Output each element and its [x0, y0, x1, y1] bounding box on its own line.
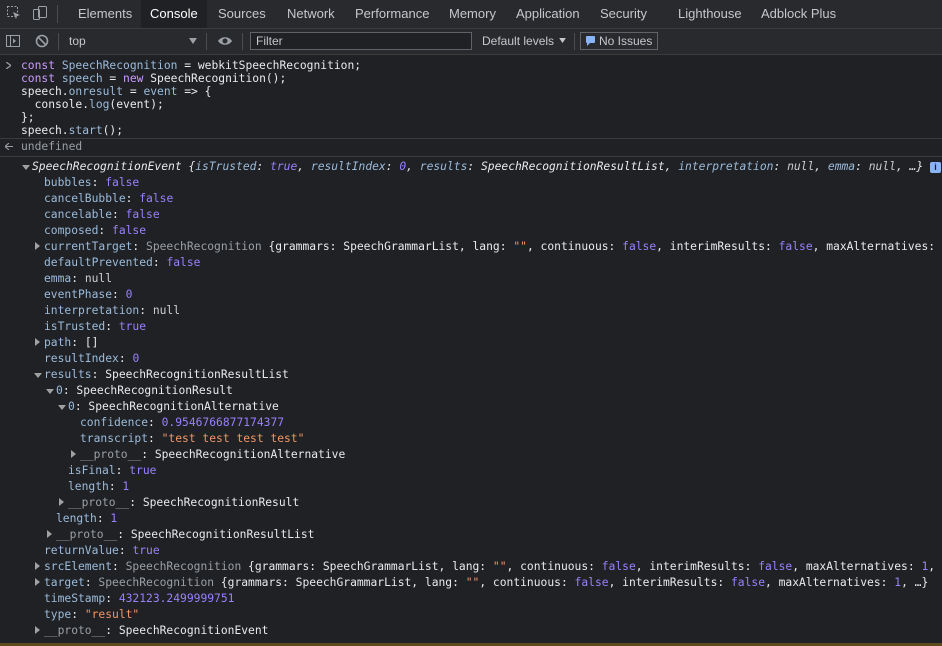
tab-security[interactable]: Security: [600, 0, 647, 28]
tab-network[interactable]: Network: [287, 0, 335, 28]
eye-icon[interactable]: [217, 33, 233, 49]
divider: [206, 33, 207, 50]
property-row: returnValue: true: [44, 544, 160, 557]
property-row: length: 1: [56, 512, 118, 525]
tab-performance[interactable]: Performance: [355, 0, 429, 28]
property-row: interpretation: null: [44, 304, 181, 317]
result-undefined: undefined: [21, 140, 83, 153]
property-row-proto[interactable]: __proto__: SpeechRecognitionResultList: [0, 527, 942, 543]
property-row-alternative-0[interactable]: 0: SpeechRecognitionAlternative: [0, 399, 942, 415]
tab-memory[interactable]: Memory: [449, 0, 496, 28]
console-output: const SpeechRecognition = webkitSpeechRe…: [0, 55, 942, 646]
divider: [0, 156, 942, 157]
property-row: eventPhase: 0: [44, 288, 133, 301]
tab-sources[interactable]: Sources: [218, 0, 266, 28]
property-row-result-0[interactable]: 0: SpeechRecognitionResult: [0, 383, 942, 399]
property-row: emma: null: [44, 272, 113, 285]
property-row: resultIndex: 0: [44, 352, 140, 365]
divider: [58, 33, 59, 50]
property-row-proto[interactable]: __proto__: SpeechRecognitionAlternative: [0, 447, 942, 463]
clear-console-icon[interactable]: [34, 33, 50, 49]
property-row-current-target[interactable]: currentTarget: SpeechRecognition {gramma…: [0, 239, 942, 255]
chevron-down-icon[interactable]: [559, 38, 566, 43]
device-toolbar-icon[interactable]: [32, 5, 48, 21]
event-summary[interactable]: SpeechRecognitionEvent {isTrusted: true,…: [0, 159, 942, 175]
property-row: isFinal: true: [68, 464, 157, 477]
context-selector[interactable]: top: [69, 34, 86, 48]
inspect-element-icon[interactable]: [6, 5, 22, 21]
property-row: timeStamp: 432123.2499999751: [44, 592, 235, 605]
property-row-results[interactable]: results: SpeechRecognitionResultList: [0, 367, 942, 383]
property-row-proto[interactable]: __proto__: SpeechRecognitionEvent: [0, 623, 942, 639]
property-row-proto[interactable]: __proto__: SpeechRecognitionResult: [0, 495, 942, 511]
devtools-tab-bar: Elements Console Sources Network Perform…: [0, 0, 942, 29]
tab-elements[interactable]: Elements: [78, 0, 132, 28]
divider: [242, 33, 243, 50]
code-line: speech.start();: [21, 124, 124, 137]
tab-application[interactable]: Application: [516, 0, 580, 28]
tab-lighthouse[interactable]: Lighthouse: [678, 0, 742, 28]
divider: [574, 33, 575, 50]
property-row-path[interactable]: path: []: [0, 335, 942, 351]
issue-flag-icon: [586, 36, 595, 46]
console-toolbar: top Default levels No Issues: [0, 29, 942, 55]
property-row: length: 1: [68, 480, 130, 493]
property-row: cancelable: false: [44, 208, 160, 221]
info-icon[interactable]: i: [929, 161, 941, 173]
property-row: isTrusted: true: [44, 320, 147, 333]
property-row: cancelBubble: false: [44, 192, 174, 205]
chevron-down-icon[interactable]: [189, 38, 197, 44]
show-sidebar-icon[interactable]: [5, 33, 21, 49]
property-row-target[interactable]: target: SpeechRecognition {grammars: Spe…: [0, 575, 942, 591]
property-row: type: "result": [44, 608, 140, 621]
property-row-src-element[interactable]: srcElement: SpeechRecognition {grammars:…: [0, 559, 942, 575]
property-row: bubbles: false: [44, 176, 140, 189]
log-levels-dropdown[interactable]: Default levels: [482, 34, 554, 48]
property-row: defaultPrevented: false: [44, 256, 201, 269]
issues-label: No Issues: [599, 34, 653, 48]
filter-input[interactable]: [250, 32, 472, 50]
property-row: transcript: "test test test test": [80, 432, 305, 445]
property-row: composed: false: [44, 224, 147, 237]
issues-button[interactable]: No Issues: [580, 32, 658, 50]
tab-adblock-plus[interactable]: Adblock Plus: [761, 0, 836, 28]
property-row: confidence: 0.9546766877174377: [80, 416, 285, 429]
tab-console[interactable]: Console: [141, 0, 207, 28]
divider: [57, 5, 58, 23]
